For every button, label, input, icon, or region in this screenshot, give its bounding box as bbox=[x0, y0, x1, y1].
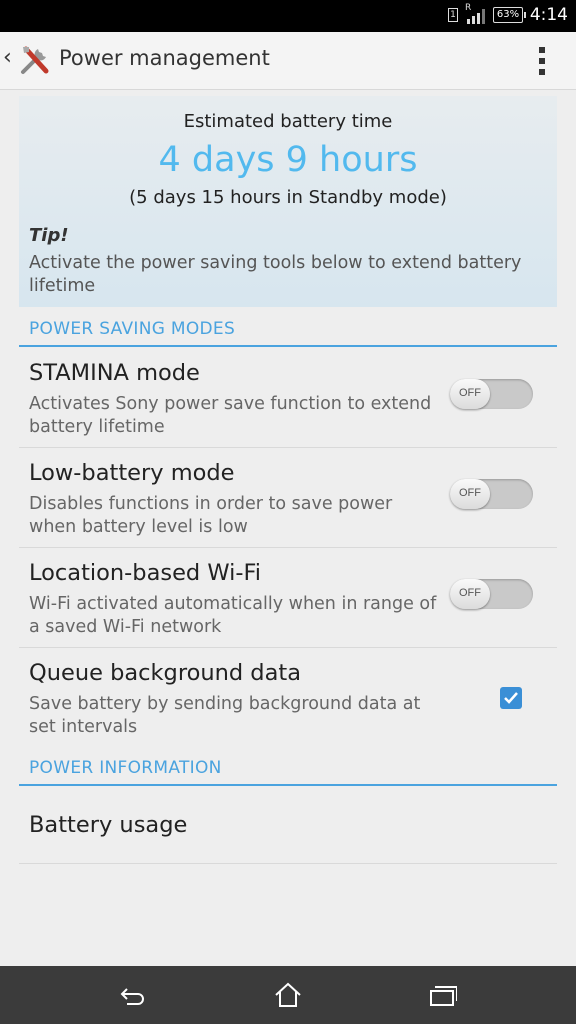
estimate-value: 4 days 9 hours bbox=[158, 140, 418, 180]
checkmark-icon bbox=[504, 692, 518, 704]
low-battery-mode-row[interactable]: Low-battery mode Disables functions in o… bbox=[19, 447, 557, 548]
navigation-bar bbox=[0, 966, 576, 1024]
row-title: Low-battery mode bbox=[29, 460, 235, 486]
stamina-mode-toggle[interactable]: OFF bbox=[450, 379, 533, 409]
section-header-power-saving: POWER SAVING MODES bbox=[19, 313, 557, 347]
toggle-knob: OFF bbox=[450, 479, 490, 509]
overflow-menu-icon[interactable] bbox=[526, 44, 556, 78]
recent-apps-icon bbox=[430, 986, 457, 1006]
back-icon bbox=[120, 988, 144, 1005]
battery-usage-label: Battery usage bbox=[29, 812, 188, 838]
tools-icon[interactable] bbox=[18, 43, 52, 77]
battery-icon: 63% bbox=[493, 7, 526, 23]
row-title: STAMINA mode bbox=[29, 360, 200, 386]
home-icon bbox=[275, 982, 301, 1007]
low-battery-mode-toggle[interactable]: OFF bbox=[450, 479, 533, 509]
row-description: Save battery by sending background data … bbox=[29, 694, 421, 737]
back-button[interactable] bbox=[93, 966, 173, 1024]
tip-body: Activate the power saving tools below to… bbox=[29, 253, 522, 296]
row-title: Queue background data bbox=[29, 660, 301, 686]
section-title: POWER INFORMATION bbox=[29, 758, 222, 778]
battery-estimate-panel: Estimated battery time 4 days 9 hours (5… bbox=[19, 96, 557, 307]
stamina-mode-row[interactable]: STAMINA mode Activates Sony power save f… bbox=[19, 347, 557, 448]
home-button[interactable] bbox=[248, 966, 328, 1024]
action-bar: ‹ Power management bbox=[0, 32, 576, 90]
toggle-knob: OFF bbox=[450, 379, 490, 409]
sim-icon: 1 bbox=[448, 8, 458, 22]
chevron-left-icon[interactable]: ‹ bbox=[3, 45, 12, 70]
row-description: Disables functions in order to save powe… bbox=[29, 494, 393, 537]
section-title: POWER SAVING MODES bbox=[29, 319, 236, 339]
queue-background-data-checkbox[interactable] bbox=[500, 687, 522, 709]
toggle-state: OFF bbox=[459, 487, 481, 499]
battery-usage-item[interactable]: Battery usage bbox=[19, 786, 557, 864]
queue-background-data-row[interactable]: Queue background data Save battery by se… bbox=[19, 647, 557, 747]
signal-icon bbox=[467, 9, 485, 24]
toggle-state: OFF bbox=[459, 587, 481, 599]
status-bar: 1 R 63% 4:14 bbox=[0, 0, 576, 32]
recent-apps-button[interactable] bbox=[403, 966, 483, 1024]
row-description: Wi-Fi activated automatically when in ra… bbox=[29, 594, 437, 637]
section-header-power-information: POWER INFORMATION bbox=[19, 752, 557, 786]
toggle-state: OFF bbox=[459, 387, 481, 399]
row-title: Location-based Wi-Fi bbox=[29, 560, 262, 586]
standby-estimate: (5 days 15 hours in Standby mode) bbox=[129, 187, 447, 208]
status-time: 4:14 bbox=[529, 5, 568, 25]
location-wifi-row[interactable]: Location-based Wi-Fi Wi-Fi activated aut… bbox=[19, 547, 557, 648]
tip-title: Tip! bbox=[29, 225, 69, 246]
row-description: Activates Sony power save function to ex… bbox=[29, 394, 432, 437]
estimate-label: Estimated battery time bbox=[183, 111, 393, 132]
location-wifi-toggle[interactable]: OFF bbox=[450, 579, 533, 609]
page-title: Power management bbox=[59, 46, 270, 70]
toggle-knob: OFF bbox=[450, 579, 490, 609]
